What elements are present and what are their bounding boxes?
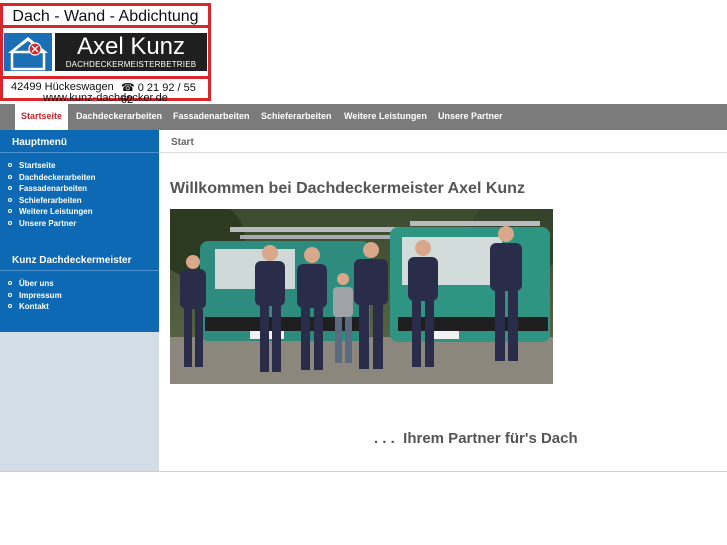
sidebar-item-weitere-leistungen[interactable]: Weitere Leistungen xyxy=(8,206,95,218)
circle-bullet-icon xyxy=(8,209,12,213)
circle-bullet-icon xyxy=(8,186,12,190)
logo-subtitle: DACHDECKERMEISTERBETRIEB xyxy=(65,60,197,69)
nav-item-fassadenarbeiten[interactable]: Fassadenarbeiten xyxy=(167,104,256,130)
logo-tagline: Dach - Wand - Abdichtung xyxy=(3,6,208,28)
sidebar-item-kontakt[interactable]: Kontakt xyxy=(8,301,62,313)
circle-bullet-icon xyxy=(8,292,12,297)
main-content: Start Willkommen bei Dachdeckermeister A… xyxy=(159,130,727,472)
divider xyxy=(0,270,159,271)
logo-company-name: Axel Kunz xyxy=(76,33,186,60)
divider xyxy=(159,152,727,153)
nav-item-startseite[interactable]: Startseite xyxy=(15,104,69,130)
circle-bullet-icon xyxy=(8,163,12,167)
sidebar-main-list: Startseite Dachdeckerarbeiten Fassadenar… xyxy=(8,160,95,229)
sidebar-item-fassadenarbeiten[interactable]: Fassadenarbeiten xyxy=(8,183,95,195)
sidebar: Hauptmenü Startseite Dachdeckerarbeiten … xyxy=(0,130,159,472)
sidebar-item-ueber-uns[interactable]: Über uns xyxy=(8,278,62,290)
company-logo[interactable]: Dach - Wand - Abdichtung Axel Kunz DACHD… xyxy=(0,3,211,106)
house-icon xyxy=(4,33,52,71)
sidebar-item-unsere-partner[interactable]: Unsere Partner xyxy=(8,218,95,230)
sidebar-heading-main: Hauptmenü xyxy=(12,137,67,148)
divider xyxy=(0,152,159,153)
footer-divider xyxy=(0,471,727,472)
page: Dach - Wand - Abdichtung Axel Kunz DACHD… xyxy=(0,0,727,545)
sidebar-company-list: Über uns Impressum Kontakt xyxy=(8,278,62,313)
logo-website: www.kunz-dachdecker.de xyxy=(43,92,168,104)
circle-bullet-icon xyxy=(8,281,12,285)
slogan: . . . Ihrem Partner für's Dach xyxy=(374,430,578,447)
nav-item-weitere-leistungen[interactable]: Weitere Leistungen xyxy=(338,104,433,130)
top-navigation: Startseite Dachdeckerarbeiten Fassadenar… xyxy=(0,104,727,130)
breadcrumb: Start xyxy=(171,137,194,148)
sidebar-menu-panel: Hauptmenü Startseite Dachdeckerarbeiten … xyxy=(0,130,159,332)
circle-bullet-icon xyxy=(8,174,12,179)
sidebar-item-startseite[interactable]: Startseite xyxy=(8,160,95,172)
circle-bullet-icon xyxy=(8,304,12,308)
circle-bullet-icon xyxy=(8,220,12,225)
nav-item-unsere-partner[interactable]: Unsere Partner xyxy=(432,104,509,130)
sidebar-item-dachdeckerarbeiten[interactable]: Dachdeckerarbeiten xyxy=(8,172,95,184)
nav-item-schieferarbeiten[interactable]: Schieferarbeiten xyxy=(255,104,338,130)
team-photo xyxy=(170,209,553,384)
sidebar-item-schieferarbeiten[interactable]: Schieferarbeiten xyxy=(8,195,95,207)
sidebar-item-impressum[interactable]: Impressum xyxy=(8,290,62,302)
circle-bullet-icon xyxy=(8,197,12,202)
nav-item-dachdeckerarbeiten[interactable]: Dachdeckerarbeiten xyxy=(70,104,168,130)
page-title: Willkommen bei Dachdeckermeister Axel Ku… xyxy=(170,180,525,197)
sidebar-heading-company: Kunz Dachdeckermeister xyxy=(12,255,132,266)
